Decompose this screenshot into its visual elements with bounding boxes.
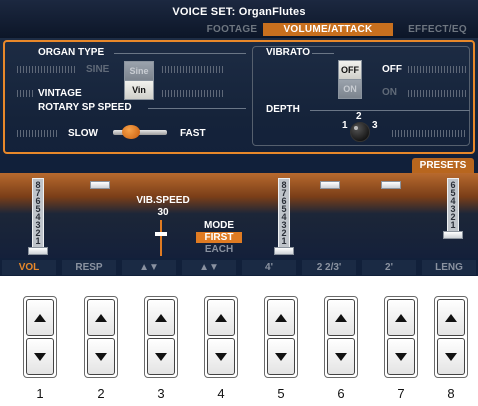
button-pair-4 xyxy=(204,296,238,378)
voice-set-title: VOICE SET: OrganFlutes xyxy=(172,6,306,18)
triangle-down-icon xyxy=(335,352,347,361)
label-resp: RESP xyxy=(62,260,116,275)
selection-frame xyxy=(3,40,475,154)
triangle-up-icon xyxy=(95,313,107,322)
button-number-2: 2 xyxy=(97,386,105,401)
vib-speed-value: 30 xyxy=(157,207,169,218)
vol-drawbar-cap[interactable] xyxy=(28,247,48,255)
button-pair-7 xyxy=(384,296,418,378)
triangle-down-icon xyxy=(215,352,227,361)
button-4-down[interactable] xyxy=(207,338,235,375)
button-7-up[interactable] xyxy=(387,299,415,336)
four-foot-drawbar-cap[interactable] xyxy=(274,247,294,255)
button-4-up[interactable] xyxy=(207,299,235,336)
button-5-up[interactable] xyxy=(267,299,295,336)
triangle-down-icon xyxy=(155,352,167,361)
mode-first[interactable]: FIRST xyxy=(196,232,242,243)
triangle-down-icon xyxy=(34,352,46,361)
triangle-down-icon xyxy=(95,352,107,361)
button-number-6: 6 xyxy=(337,386,345,401)
leng-drawbar[interactable]: 654321 xyxy=(447,178,459,232)
vib-speed-slider[interactable] xyxy=(155,220,167,256)
resp-drawbar-cap[interactable] xyxy=(90,181,110,189)
button-number-4: 4 xyxy=(217,386,225,401)
button-pair-6 xyxy=(324,296,358,378)
label-vol: VOL xyxy=(2,260,56,275)
triangle-up-icon xyxy=(335,313,347,322)
button-number-1: 1 xyxy=(36,386,44,401)
vib-speed-thumb[interactable] xyxy=(155,232,167,236)
button-3-up[interactable] xyxy=(147,299,175,336)
button-pair-1 xyxy=(23,296,57,378)
button-number-5: 5 xyxy=(277,386,285,401)
label-leng: LENG xyxy=(422,260,476,275)
lcd-screen: VOICE SET: OrganFlutes FOOTAGE VOLUME/AT… xyxy=(0,0,478,276)
button-1-down[interactable] xyxy=(26,338,54,375)
button-6-up[interactable] xyxy=(327,299,355,336)
presets-tab[interactable]: PRESETS xyxy=(412,158,474,173)
four-foot-drawbar[interactable]: 87654321 xyxy=(278,178,290,248)
mode-label: MODE xyxy=(204,220,234,231)
mode-each[interactable]: EACH xyxy=(196,244,242,255)
two-two-thirds-drawbar-cap[interactable] xyxy=(320,181,340,189)
button-1-up[interactable] xyxy=(26,299,54,336)
button-8-down[interactable] xyxy=(437,338,465,375)
button-8-up[interactable] xyxy=(437,299,465,336)
button-6-down[interactable] xyxy=(327,338,355,375)
button-number-3: 3 xyxy=(157,386,165,401)
triangle-up-icon xyxy=(445,313,457,322)
vib-speed-rail xyxy=(160,220,162,256)
triangle-up-icon xyxy=(155,313,167,322)
button-pair-3 xyxy=(144,296,178,378)
button-pair-5 xyxy=(264,296,298,378)
label-two-two-thirds: 2 2/3' xyxy=(302,260,356,275)
triangle-up-icon xyxy=(215,313,227,322)
triangle-down-icon xyxy=(275,352,287,361)
button-pair-2 xyxy=(84,296,118,378)
tab-volume-attack[interactable]: VOLUME/ATTACK xyxy=(263,23,393,36)
triangle-up-icon xyxy=(34,313,46,322)
leng-drawbar-cap[interactable] xyxy=(443,231,463,239)
button-3-down[interactable] xyxy=(147,338,175,375)
tab-footage[interactable]: FOOTAGE xyxy=(203,23,261,36)
triangle-up-icon xyxy=(275,313,287,322)
label-four-foot: 4' xyxy=(242,260,296,275)
tab-effect-eq[interactable]: EFFECT/EQ xyxy=(397,23,478,36)
label-mode-arrows: ▲▼ xyxy=(182,260,236,275)
vol-drawbar[interactable]: 87654321 xyxy=(32,178,44,248)
triangle-down-icon xyxy=(395,352,407,361)
button-5-down[interactable] xyxy=(267,338,295,375)
button-number-7: 7 xyxy=(397,386,405,401)
button-pair-8 xyxy=(434,296,468,378)
label-vib-speed-arrows: ▲▼ xyxy=(122,260,176,275)
two-foot-drawbar-cap[interactable] xyxy=(381,181,401,189)
vib-speed-label: VIB.SPEED xyxy=(136,195,190,206)
triangle-up-icon xyxy=(395,313,407,322)
button-2-down[interactable] xyxy=(87,338,115,375)
button-2-up[interactable] xyxy=(87,299,115,336)
label-two-foot: 2' xyxy=(362,260,416,275)
button-number-8: 8 xyxy=(447,386,455,401)
button-7-down[interactable] xyxy=(387,338,415,375)
triangle-down-icon xyxy=(445,352,457,361)
title-bar: VOICE SET: OrganFlutes FOOTAGE VOLUME/AT… xyxy=(0,0,478,38)
